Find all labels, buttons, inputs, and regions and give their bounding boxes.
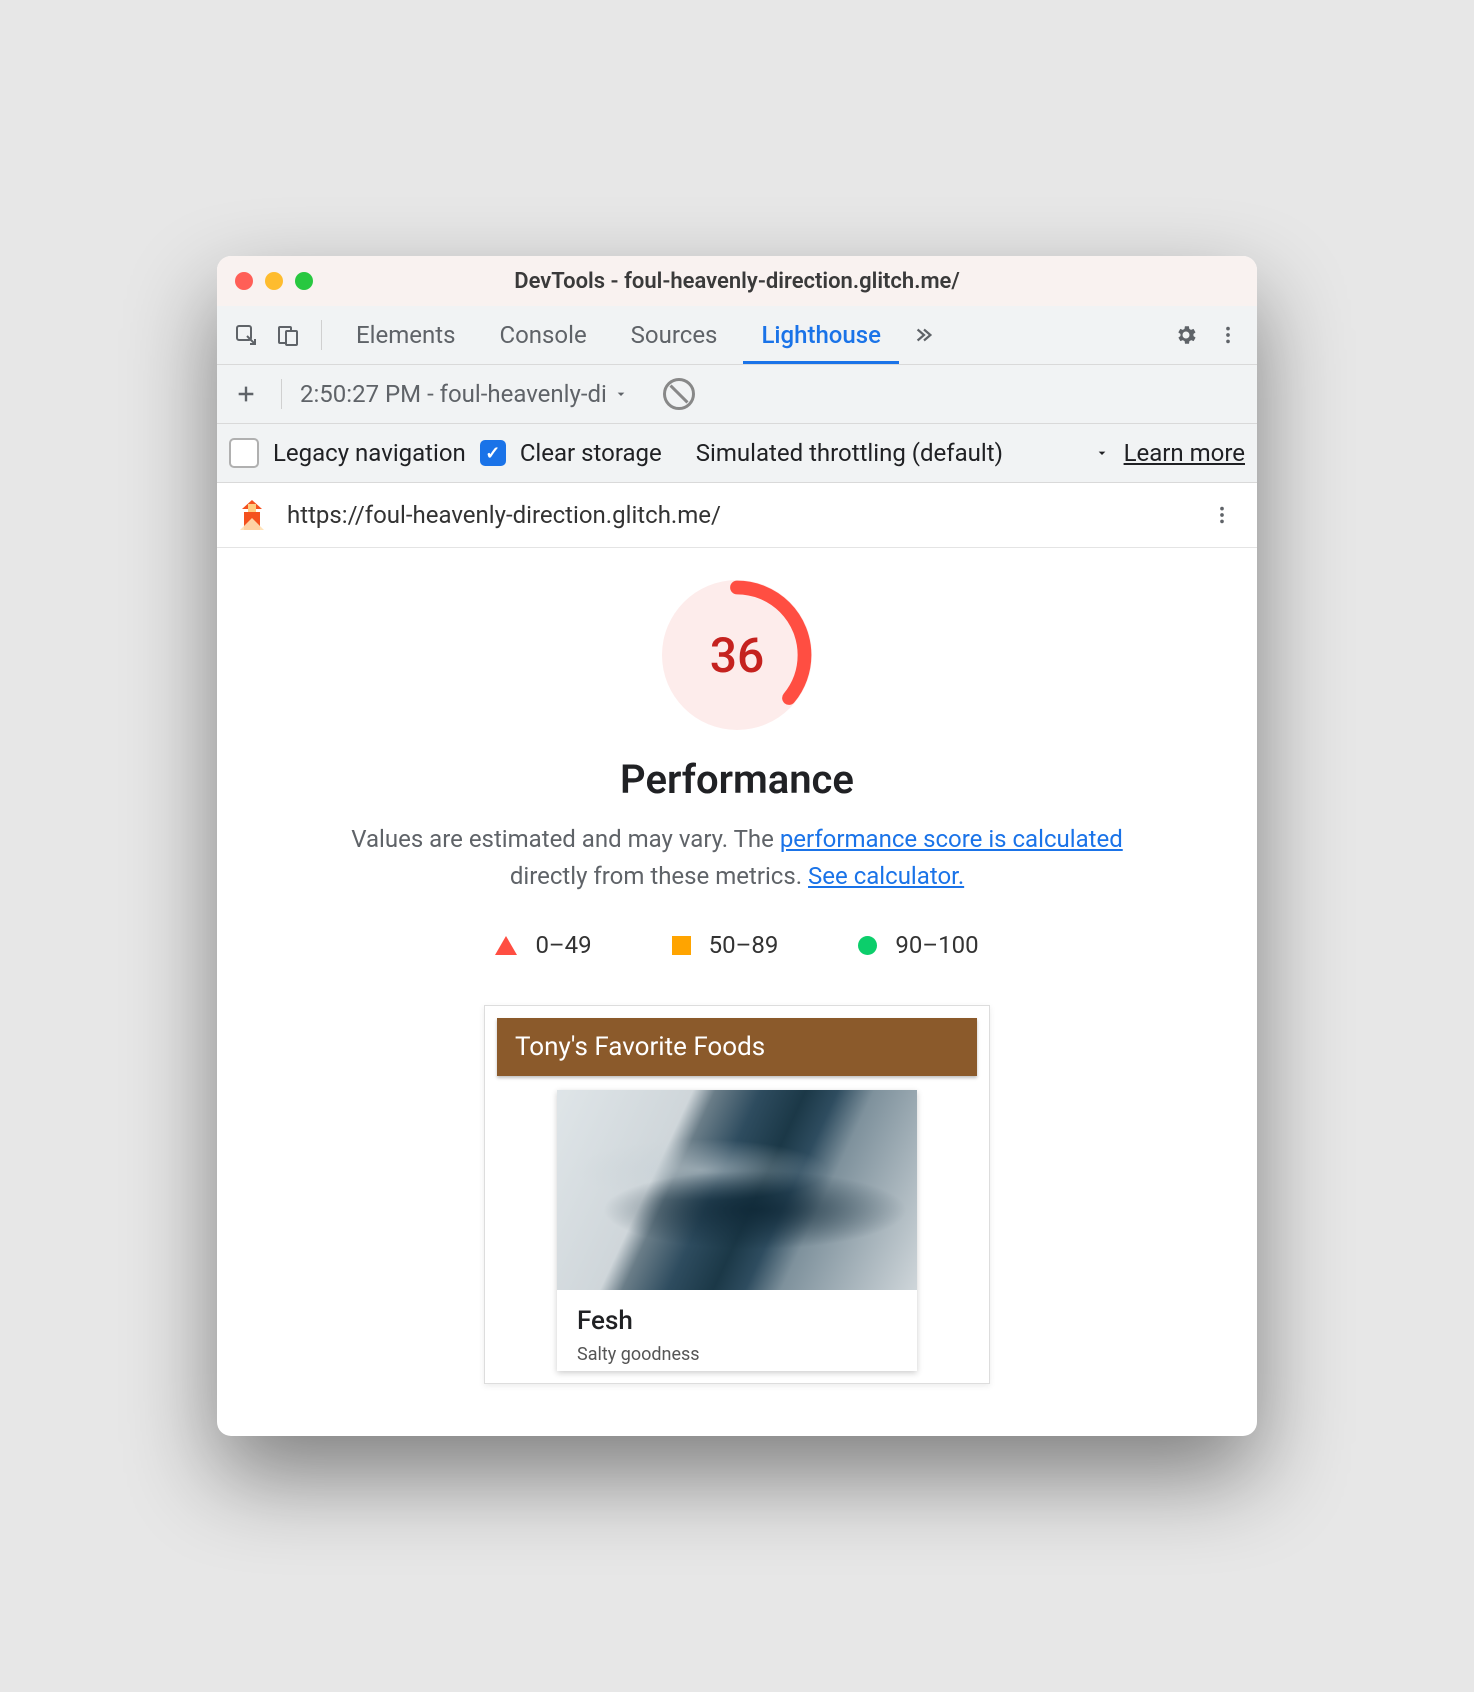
category-title: Performance: [620, 756, 854, 803]
title-bar: DevTools - foul-heavenly-direction.glitc…: [217, 256, 1257, 306]
preview-card-image: [557, 1090, 917, 1290]
desc-text: directly from these metrics.: [510, 862, 808, 890]
report-body: 36 Performance Values are estimated and …: [217, 548, 1257, 1436]
lighthouse-logo-icon: [235, 498, 269, 532]
legend-fail: 0–49: [495, 931, 591, 959]
circle-pass-icon: [858, 936, 877, 955]
legend-average: 50–89: [672, 931, 779, 959]
tab-label: Elements: [356, 321, 455, 349]
window-title: DevTools - foul-heavenly-direction.glitc…: [217, 269, 1257, 294]
legend-label: 90–100: [895, 931, 978, 959]
lighthouse-settings-bar: Legacy navigation ✓ Clear storage Simula…: [217, 424, 1257, 483]
chevron-down-icon[interactable]: [1094, 445, 1110, 461]
clear-storage-checkbox[interactable]: ✓: [480, 440, 506, 466]
lighthouse-toolbar: 2:50:27 PM - foul-heavenly-di: [217, 365, 1257, 424]
throttling-label: Simulated throttling (default): [696, 439, 1003, 467]
report-url: https://foul-heavenly-direction.glitch.m…: [287, 501, 1187, 529]
score-description: Values are estimated and may vary. The p…: [347, 821, 1127, 895]
report-header: https://foul-heavenly-direction.glitch.m…: [217, 483, 1257, 548]
more-options-icon[interactable]: [1211, 318, 1245, 352]
preview-banner: Tony's Favorite Foods: [497, 1018, 977, 1076]
device-toolbar-icon[interactable]: [271, 318, 305, 352]
separator: [321, 320, 322, 350]
new-report-button[interactable]: [229, 377, 263, 411]
inspect-element-icon[interactable]: [229, 318, 263, 352]
desc-text: Values are estimated and may vary. The: [351, 825, 780, 853]
legacy-navigation-checkbox[interactable]: [229, 438, 259, 468]
tab-lighthouse[interactable]: Lighthouse: [743, 306, 899, 364]
panel-tabs: Elements Console Sources Lighthouse: [217, 306, 1257, 365]
score-calc-link[interactable]: performance score is calculated: [780, 825, 1123, 853]
clear-storage-label: Clear storage: [520, 439, 662, 467]
tab-label: Console: [499, 321, 586, 349]
settings-gear-icon[interactable]: [1169, 318, 1203, 352]
tab-console[interactable]: Console: [481, 306, 604, 364]
score-legend: 0–49 50–89 90–100: [495, 931, 978, 959]
chevron-down-icon: [613, 386, 629, 402]
legend-label: 0–49: [535, 931, 591, 959]
overflow-tabs-icon[interactable]: [907, 318, 941, 352]
square-average-icon: [672, 936, 691, 955]
preview-card-title: Fesh: [577, 1306, 897, 1336]
report-menu-icon[interactable]: [1205, 498, 1239, 532]
tab-elements[interactable]: Elements: [338, 306, 473, 364]
legend-pass: 90–100: [858, 931, 978, 959]
tab-sources[interactable]: Sources: [613, 306, 736, 364]
legend-label: 50–89: [709, 931, 779, 959]
tab-label: Lighthouse: [761, 321, 881, 349]
report-selector-label: 2:50:27 PM - foul-heavenly-di: [300, 380, 607, 408]
performance-score: 36: [662, 580, 812, 730]
report-selector[interactable]: 2:50:27 PM - foul-heavenly-di: [300, 380, 629, 408]
triangle-fail-icon: [495, 936, 517, 955]
page-preview: Tony's Favorite Foods Fesh Salty goodnes…: [484, 1005, 990, 1384]
tab-label: Sources: [631, 321, 718, 349]
learn-more-link[interactable]: Learn more: [1124, 439, 1245, 467]
performance-gauge: 36 Performance Values are estimated and …: [217, 580, 1257, 1384]
separator: [281, 379, 282, 409]
clear-report-icon[interactable]: [663, 378, 695, 410]
preview-card: Fesh Salty goodness: [557, 1090, 917, 1371]
see-calculator-link[interactable]: See calculator.: [808, 862, 964, 890]
preview-card-subtitle: Salty goodness: [577, 1344, 897, 1365]
devtools-window: DevTools - foul-heavenly-direction.glitc…: [217, 256, 1257, 1436]
legacy-navigation-label: Legacy navigation: [273, 439, 466, 467]
